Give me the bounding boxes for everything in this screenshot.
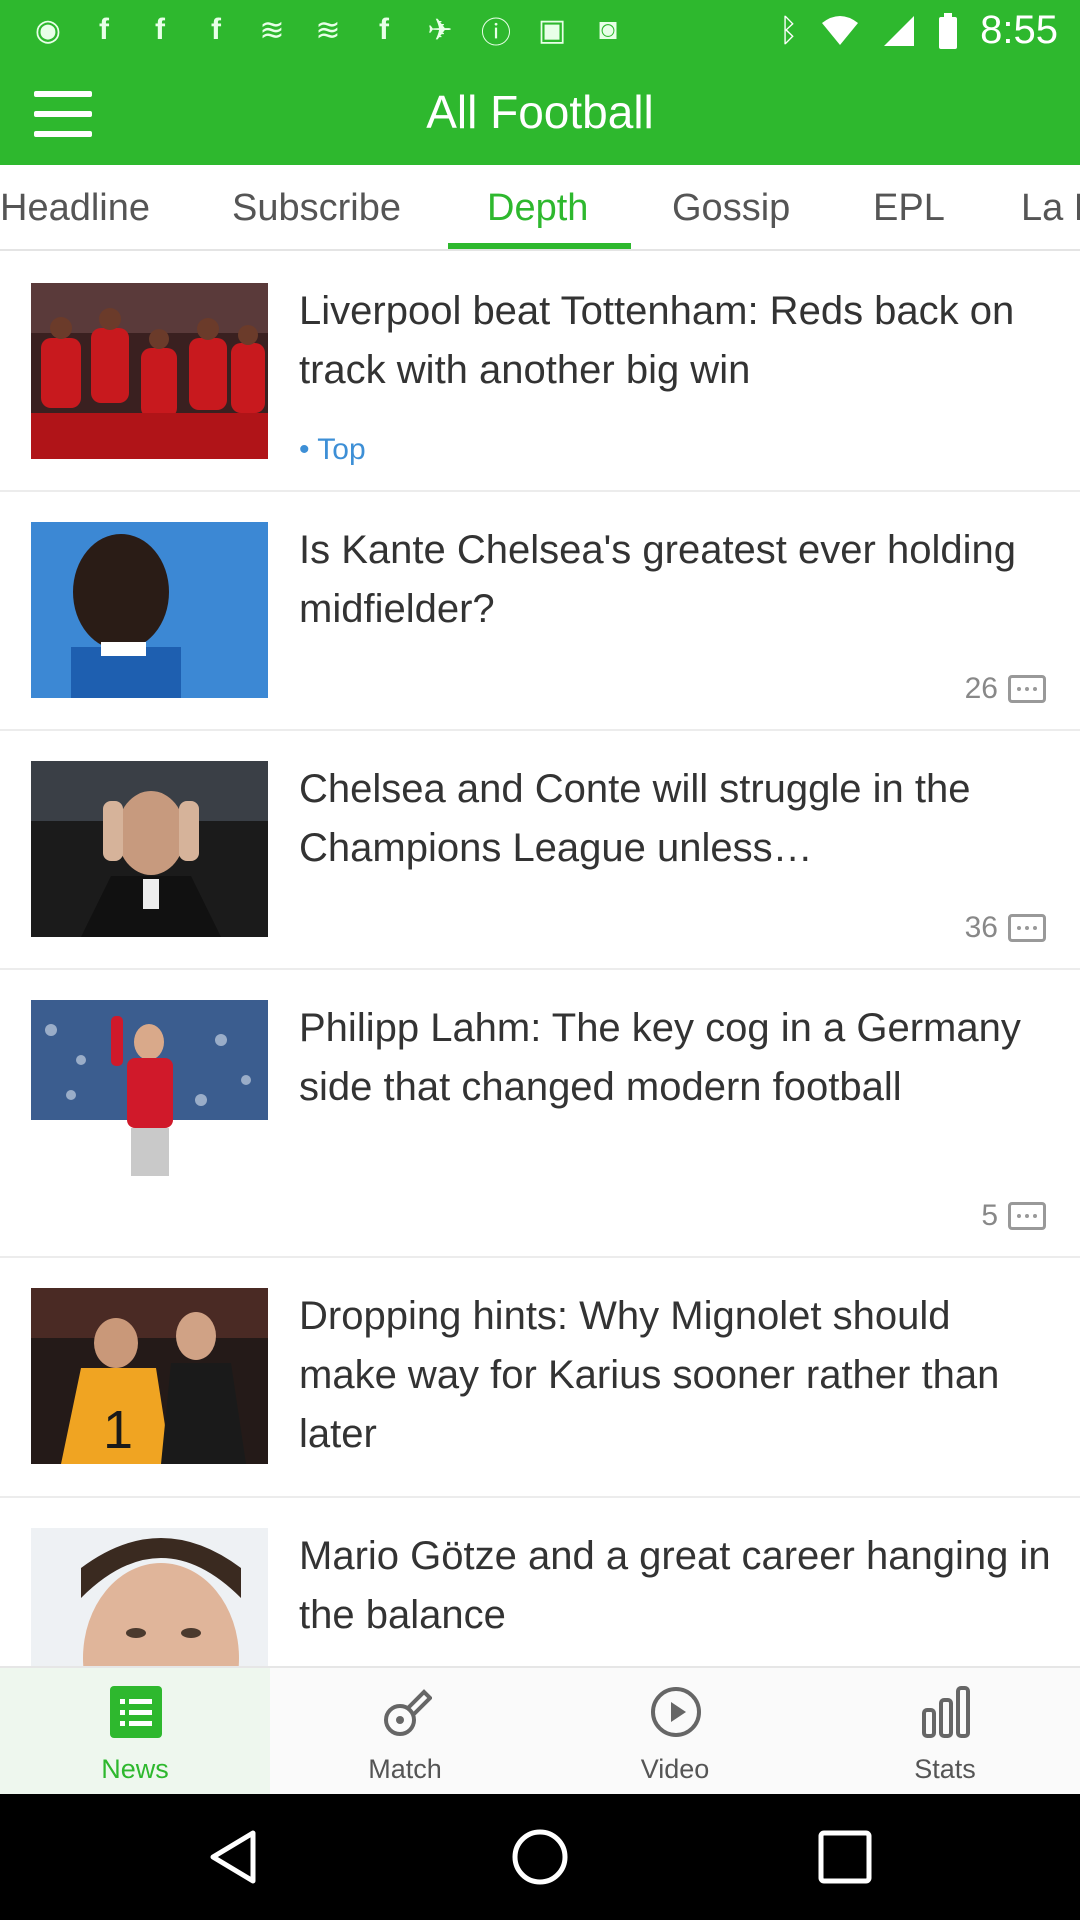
comment-count[interactable]: 5: [981, 1199, 1046, 1233]
nav-match-label: Match: [368, 1754, 442, 1784]
android-icon: ◙: [598, 13, 618, 46]
active-tab-indicator: [448, 243, 631, 249]
clock: 8:55: [980, 8, 1058, 52]
whistle-icon: [384, 1689, 432, 1736]
article-thumbnail: [31, 1000, 268, 1176]
nav-news-label: News: [101, 1754, 169, 1784]
tab-gossip[interactable]: Gossip: [672, 187, 790, 230]
article-headline: Is Kante Chelsea's greatest ever holding…: [299, 528, 1016, 631]
article-thumbnail: [31, 1528, 268, 1666]
facebook-icon: f: [211, 13, 221, 46]
status-bar: ◉ f f f ≋ ≋ f ✈ ⓘ ▣ ◙ ᛒ 8:55: [0, 0, 1080, 63]
comment-count[interactable]: 36: [965, 911, 1046, 945]
comment-icon: [1008, 914, 1046, 942]
article-headline: Mario Götze and a great career hanging i…: [299, 1534, 1051, 1637]
satellite-icon: ✈: [427, 13, 453, 47]
tab-depth[interactable]: Depth: [487, 187, 588, 230]
category-tabs: Headline Subscribe Depth Gossip EPL La L…: [0, 165, 1080, 251]
facebook-icon: f: [379, 13, 389, 46]
comment-count-label: 5: [981, 1199, 998, 1232]
nav-stats-label: Stats: [914, 1754, 976, 1784]
list-item[interactable]: Liverpool beat Tottenham: Reds back on t…: [0, 253, 1080, 492]
wind-icon: ≋: [315, 13, 341, 47]
article-thumbnail: [31, 283, 268, 459]
article-headline: Chelsea and Conte will struggle in the C…: [299, 767, 971, 870]
tab-subscribe[interactable]: Subscribe: [232, 187, 401, 230]
list-item[interactable]: Philipp Lahm: The key cog in a Germany s…: [0, 970, 1080, 1258]
comment-count[interactable]: 26: [965, 672, 1046, 706]
system-navigation-bar: [0, 1794, 1080, 1920]
system-status: ᛒ 8:55: [779, 8, 1058, 53]
article-thumbnail: [31, 522, 268, 698]
bottom-navigation: News Match Video Stats: [0, 1666, 1080, 1794]
record-icon: ◉: [34, 13, 62, 47]
nav-stats[interactable]: Stats: [810, 1668, 1080, 1794]
wind-icon: ≋: [259, 13, 285, 47]
article-tag: • Top: [299, 433, 366, 466]
nav-video-label: Video: [640, 1754, 710, 1784]
tab-headline[interactable]: Headline: [0, 187, 150, 230]
back-icon[interactable]: [205, 1827, 265, 1887]
article-thumbnail: 1: [31, 1288, 268, 1464]
list-item[interactable]: 1 Dropping hints: Why Mignolet should ma…: [0, 1258, 1080, 1498]
list-item[interactable]: Is Kante Chelsea's greatest ever holding…: [0, 492, 1080, 731]
bluetooth-icon: ᛒ: [778, 12, 799, 48]
list-item[interactable]: Chelsea and Conte will struggle in the C…: [0, 731, 1080, 970]
news-list-icon: [110, 1686, 162, 1738]
tab-la-liga[interactable]: La Liga: [1021, 187, 1080, 230]
article-thumbnail: [31, 761, 268, 937]
article-headline: Dropping hints: Why Mignolet should make…: [299, 1294, 1000, 1456]
nav-match[interactable]: Match: [270, 1668, 540, 1794]
facebook-icon: f: [99, 13, 109, 46]
comment-count-label: 36: [964, 911, 998, 944]
wifi-icon: [822, 15, 859, 45]
signal-icon: [884, 15, 915, 46]
svg-text:1: 1: [103, 1400, 133, 1460]
tab-epl[interactable]: EPL: [873, 187, 945, 230]
alert-icon: ⓘ: [481, 17, 511, 50]
comment-count-label: 26: [964, 672, 998, 705]
article-headline: Liverpool beat Tottenham: Reds back on t…: [299, 289, 1015, 392]
article-list[interactable]: Liverpool beat Tottenham: Reds back on t…: [0, 253, 1080, 1666]
article-headline: Philipp Lahm: The key cog in a Germany s…: [299, 1006, 1021, 1109]
notification-icons: ◉ f f f ≋ ≋ f ✈ ⓘ ▣ ◙: [30, 12, 626, 50]
app-title: All Football: [426, 86, 654, 138]
app-bar: All Football: [0, 63, 1080, 165]
facebook-icon: f: [155, 13, 165, 46]
comment-icon: [1008, 675, 1046, 703]
nav-news[interactable]: News: [0, 1668, 270, 1794]
lock-icon: ▣: [537, 13, 567, 47]
bar-chart-icon: [922, 1686, 970, 1738]
home-icon[interactable]: [510, 1827, 570, 1887]
recents-icon[interactable]: [815, 1827, 875, 1887]
list-item[interactable]: Mario Götze and a great career hanging i…: [0, 1498, 1080, 1666]
nav-video[interactable]: Video: [540, 1668, 810, 1794]
comment-icon: [1008, 1202, 1046, 1230]
battery-icon: [939, 12, 958, 49]
play-circle-icon: [651, 1687, 701, 1737]
